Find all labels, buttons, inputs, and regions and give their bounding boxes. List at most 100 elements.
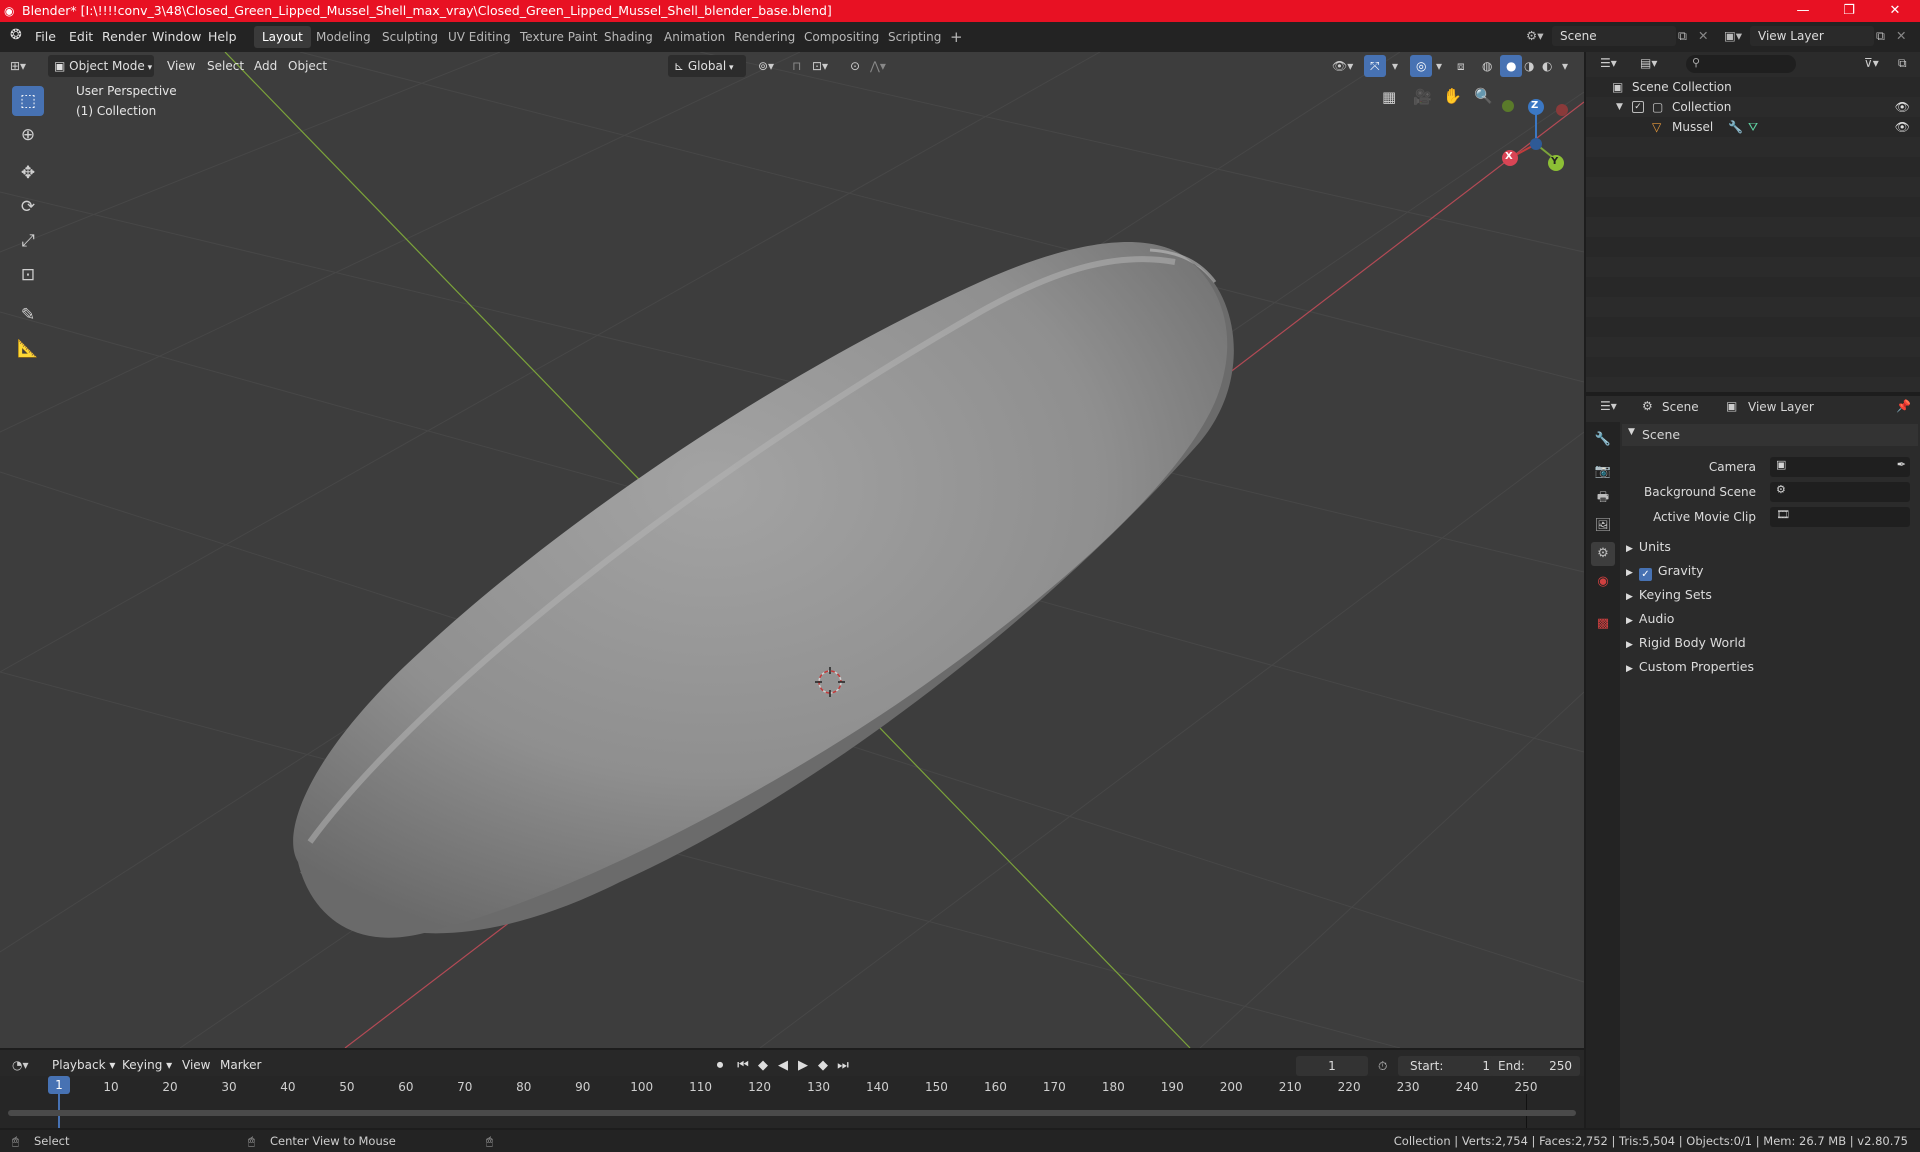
tab-modeling[interactable]: Modeling [308, 26, 379, 48]
scale-tool-icon[interactable]: ⤢ [12, 226, 44, 256]
menu-render[interactable]: Render [102, 29, 147, 44]
properties-scene-label[interactable]: Scene [1662, 400, 1699, 414]
outliner-row-collection[interactable]: ▼ ✓ ▢ Collection 👁 [1586, 97, 1920, 117]
rendered-shading-icon[interactable]: ◐ [1542, 55, 1552, 77]
mode-selector[interactable]: ▣ Object Mode ▾ [48, 55, 154, 77]
playhead[interactable]: 1 [48, 1076, 70, 1094]
output-tab-icon[interactable]: 🖶 [1591, 486, 1615, 510]
falloff-icon[interactable]: ⋀▾ [870, 55, 886, 77]
visibility-eye-icon[interactable]: 👁 [1895, 117, 1910, 137]
menu-file[interactable]: File [35, 29, 56, 44]
pin-icon[interactable]: 📌 [1896, 399, 1911, 413]
menu-edit[interactable]: Edit [69, 29, 93, 44]
timeline-scrollbar[interactable] [8, 1110, 1576, 1116]
view-layer-field[interactable]: View Layer [1750, 26, 1874, 46]
gizmo-z-label[interactable]: Z [1531, 100, 1538, 111]
toggle-grid-icon[interactable]: ▦ [1382, 88, 1396, 106]
eyedropper-icon[interactable]: ✒ [1897, 458, 1906, 471]
world-tab-icon[interactable]: ◉ [1591, 570, 1615, 594]
section-custom-properties[interactable]: ▶ Custom Properties [1626, 656, 1754, 678]
render-tab-icon[interactable]: 📷 [1591, 460, 1615, 484]
outliner-row-mussel[interactable]: ▽ Mussel 🔧 ⛛ 👁 [1586, 117, 1920, 137]
section-keying-sets[interactable]: ▶ Keying Sets [1626, 584, 1712, 606]
tab-rendering[interactable]: Rendering [726, 26, 803, 48]
active-movie-clip-field[interactable]: 🎞 [1770, 507, 1910, 527]
filter-icon[interactable]: ⊽▾ [1864, 56, 1879, 70]
annotate-tool-icon[interactable]: ✎ [12, 300, 44, 330]
measure-tool-icon[interactable]: 📐 [12, 334, 44, 364]
close-button[interactable]: ✕ [1872, 0, 1918, 22]
new-collection-icon[interactable]: ⧉ [1898, 56, 1907, 71]
pivot-point-icon[interactable]: ⊚▾ [758, 55, 774, 77]
scene-tab-button-icon[interactable]: ⚙ [1591, 542, 1615, 566]
shading-menu-icon[interactable]: ▾ [1562, 55, 1568, 77]
menu-window[interactable]: Window [152, 29, 201, 44]
scene-selector-icon[interactable]: ⚙▾ [1526, 28, 1543, 43]
view-layer-tab-button-icon[interactable]: 🖼 [1591, 514, 1615, 538]
outliner-editor-icon[interactable]: ☰▾ [1600, 56, 1617, 70]
proportional-edit-icon[interactable]: ⊙ [850, 55, 860, 77]
visibility-eye-icon[interactable]: 👁 [1895, 97, 1910, 117]
3d-viewport[interactable]: Z X Y User Perspective (1) Collection ▦ … [0, 52, 1584, 1048]
gizmo-x-label[interactable]: X [1505, 151, 1513, 162]
scene-name-field[interactable]: Scene [1552, 26, 1676, 46]
menu-view[interactable]: View [167, 55, 195, 77]
collection-checkbox[interactable]: ✓ [1632, 101, 1644, 113]
blender-menu-icon[interactable]: ❂ [10, 27, 22, 43]
wireframe-shading-icon[interactable]: ◍ [1482, 55, 1492, 77]
camera-field[interactable]: ▣ ✒ [1770, 457, 1910, 477]
snap-icon[interactable]: ⊓ [792, 55, 801, 77]
gizmo-menu-icon[interactable]: ▾ [1392, 55, 1398, 77]
new-scene-icon[interactable]: ⧉ [1678, 28, 1687, 44]
pan-hand-icon[interactable]: ✋ [1443, 87, 1462, 105]
rotate-tool-icon[interactable]: ⟳ [12, 192, 44, 222]
display-mode-icon[interactable]: ▤▾ [1640, 56, 1657, 70]
tab-sculpting[interactable]: Sculpting [374, 26, 446, 48]
tab-layout[interactable]: Layout [254, 26, 311, 48]
delete-scene-icon[interactable]: ✕ [1698, 28, 1708, 43]
texture-tab-icon[interactable]: ▩ [1591, 612, 1615, 636]
modifier-wrench-icon[interactable]: 🔧 [1728, 117, 1743, 137]
transform-orientation-selector[interactable]: ⊾ Global ▾ [668, 55, 746, 77]
gravity-checkbox[interactable]: ✓ [1638, 568, 1652, 581]
background-scene-field[interactable]: ⚙ [1770, 482, 1910, 502]
solid-shading-icon[interactable]: ● [1500, 55, 1523, 77]
section-audio[interactable]: ▶ Audio [1626, 608, 1674, 630]
menu-help[interactable]: Help [208, 29, 237, 44]
snap-target-icon[interactable]: ⊡▾ [812, 55, 828, 77]
camera-view-icon[interactable]: 🎥 [1413, 88, 1432, 106]
tab-texture-paint[interactable]: Texture Paint [512, 26, 605, 48]
section-gravity[interactable]: ▶ ✓ Gravity [1626, 560, 1704, 582]
tab-uv-editing[interactable]: UV Editing [440, 26, 519, 48]
overlay-toggle-icon[interactable]: ◎ [1410, 55, 1433, 77]
move-tool-icon[interactable]: ✥ [12, 158, 44, 188]
select-box-tool-icon[interactable]: ⬚ [12, 86, 44, 116]
menu-add[interactable]: Add [254, 55, 277, 77]
delete-view-layer-icon[interactable]: ✕ [1896, 28, 1906, 43]
xray-icon[interactable]: ⧈ [1457, 55, 1465, 77]
editor-type-icon[interactable]: ⊞▾ [10, 55, 26, 77]
overlay-menu-icon[interactable]: ▾ [1436, 55, 1442, 77]
menu-select[interactable]: Select [207, 55, 244, 77]
zoom-icon[interactable]: 🔍 [1474, 87, 1493, 105]
transform-tool-icon[interactable]: ⊡ [12, 260, 44, 290]
menu-object[interactable]: Object [288, 55, 327, 77]
outliner-row-scene-collection[interactable]: ▣ Scene Collection [1586, 77, 1920, 97]
tab-compositing[interactable]: Compositing [796, 26, 887, 48]
material-shading-icon[interactable]: ◑ [1524, 55, 1534, 77]
properties-editor-icon[interactable]: ☰▾ [1600, 399, 1617, 413]
add-workspace-button[interactable]: + [942, 26, 971, 48]
outliner-search-input[interactable]: ⚲ [1686, 55, 1796, 73]
tab-shading[interactable]: Shading [596, 26, 661, 48]
section-rigid-body-world[interactable]: ▶ Rigid Body World [1626, 632, 1746, 654]
properties-view-layer-label[interactable]: View Layer [1748, 400, 1814, 414]
tab-scripting[interactable]: Scripting [880, 26, 949, 48]
mesh-data-icon[interactable]: ⛛ [1748, 117, 1758, 137]
cursor-tool-icon[interactable]: ⊕ [12, 120, 44, 150]
gizmo-toggle-icon[interactable]: ⤧ [1364, 55, 1386, 77]
tool-tab-icon[interactable]: 🔧 [1591, 428, 1615, 452]
maximize-button[interactable]: ❐ [1826, 0, 1872, 22]
view-layer-icon[interactable]: ▣▾ [1724, 28, 1742, 43]
scene-panel-header[interactable]: ▼ Scene [1622, 424, 1918, 446]
gizmo-y-label[interactable]: Y [1551, 156, 1558, 167]
